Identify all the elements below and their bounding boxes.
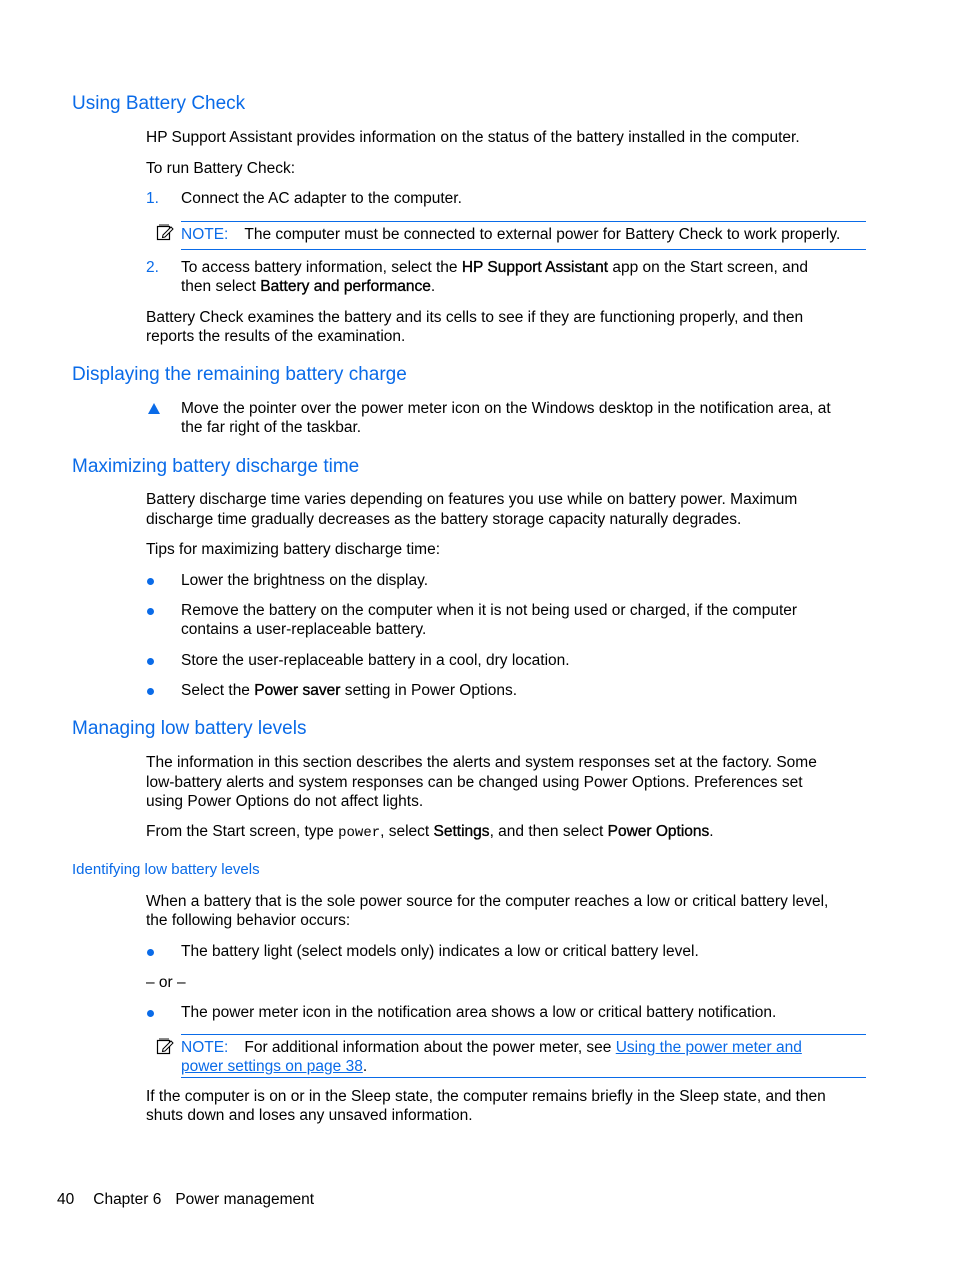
link-power-meter-settings-cont[interactable]: power settings on page 38 <box>181 1058 363 1075</box>
step-number-1: 1. <box>146 190 159 207</box>
tip-3: Store the user-replaceable battery in a … <box>181 652 570 669</box>
bullet-icon <box>147 578 154 585</box>
battery-light-bullet: The battery light (select models only) i… <box>181 943 699 960</box>
ui-term-power-saver: Power saver <box>254 682 341 699</box>
instruction-text: From the Start screen, type <box>146 823 339 840</box>
note-text: . <box>362 1058 368 1075</box>
heading-identifying-low-battery: Identifying low battery levels <box>72 861 260 878</box>
battery-check-outro-2: reports the results of the examination. <box>146 328 406 345</box>
step-2-text: app on the Start screen, and <box>608 259 808 276</box>
footer-chapter-title: Power management <box>175 1191 315 1208</box>
link-power-meter-settings[interactable]: Using the power meter and <box>616 1039 802 1056</box>
low-battery-intro-3: using Power Options do not affect lights… <box>146 793 424 810</box>
footer-chapter: Chapter 6 <box>93 1191 162 1208</box>
discharge-intro-2: discharge time gradually decreases as th… <box>146 511 742 528</box>
instruction-text: , select <box>380 823 434 840</box>
step-2-line-2: then select Battery and performance. <box>181 277 435 297</box>
step-2-line-1: To access battery information, select th… <box>181 258 808 278</box>
tip-2-line-2: contains a user-replaceable battery. <box>181 621 427 638</box>
ui-term-hp-support-assistant: HP Support Assistant <box>461 259 609 276</box>
identifying-intro-2: the following behavior occurs: <box>146 912 351 929</box>
power-meter-bullet: The power meter icon in the notification… <box>181 1004 777 1021</box>
battery-check-lead: To run Battery Check: <box>146 160 296 177</box>
page-number: 40 <box>57 1191 75 1208</box>
tip-4: Select the Power saver setting in Power … <box>181 681 517 701</box>
instruction-text: . <box>709 823 714 840</box>
heading-using-battery-check: Using Battery Check <box>72 93 246 114</box>
tip-4-text: setting in Power Options. <box>340 682 518 699</box>
remaining-charge-step-1: Move the pointer over the power meter ic… <box>181 400 831 417</box>
bullet-icon <box>147 658 154 665</box>
low-battery-intro-2: low-battery alerts and system responses … <box>146 774 803 791</box>
discharge-intro-1: Battery discharge time varies depending … <box>146 491 798 508</box>
ui-term-battery-and-performance: Battery and performance <box>260 278 431 295</box>
step-2-text: then select <box>181 278 261 295</box>
ui-term-settings: Settings <box>433 823 490 840</box>
remaining-charge-step-2: the far right of the taskbar. <box>181 419 362 436</box>
tip-1: Lower the brightness on the display. <box>181 572 429 589</box>
note-label: NOTE: <box>181 1039 229 1056</box>
step-1-text: Connect the AC adapter to the computer. <box>181 190 462 207</box>
identifying-outro-2: shuts down and loses any unsaved informa… <box>146 1107 473 1124</box>
battery-check-outro-1: Battery Check examines the battery and i… <box>146 309 804 326</box>
bullet-icon <box>147 608 154 615</box>
instruction-text: , and then select <box>489 823 608 840</box>
bullet-icon <box>147 1010 154 1017</box>
low-battery-intro-1: The information in this section describe… <box>146 754 817 771</box>
discharge-lead: Tips for maximizing battery discharge ti… <box>146 541 441 558</box>
tip-4-text: Select the <box>181 682 255 699</box>
note-box-battery-check: NOTE: The computer must be connected to e… <box>181 221 866 250</box>
note-box-power-meter: NOTE: For additional information about th… <box>181 1034 866 1078</box>
or-separator: – or – <box>146 974 186 991</box>
identifying-outro-1: If the computer is on or in the Sleep st… <box>146 1088 826 1105</box>
heading-maximizing-discharge-time: Maximizing battery discharge time <box>72 456 360 477</box>
triangle-step-icon <box>148 403 160 414</box>
battery-check-intro: HP Support Assistant provides informatio… <box>146 129 800 146</box>
note-label: NOTE: <box>181 226 229 243</box>
power-options-instruction: From the Start screen, type power, selec… <box>146 822 714 844</box>
heading-displaying-remaining-charge: Displaying the remaining battery charge <box>72 364 407 385</box>
heading-managing-low-battery: Managing low battery levels <box>72 718 307 739</box>
step-2-text: . <box>430 278 436 295</box>
ui-term-power-options: Power Options <box>607 823 710 840</box>
note-text: For additional information about the pow… <box>244 1039 616 1056</box>
note-icon <box>156 1038 174 1055</box>
page-footer: 40 Chapter 6 Power management <box>57 1191 314 1209</box>
note-icon <box>156 224 174 241</box>
code-power: power <box>338 825 381 841</box>
note-text: The computer must be connected to extern… <box>244 226 841 243</box>
bullet-icon <box>147 949 154 956</box>
identifying-intro-1: When a battery that is the sole power so… <box>146 893 829 910</box>
bullet-icon <box>147 688 154 695</box>
tip-2-line-1: Remove the battery on the computer when … <box>181 602 798 619</box>
step-number-2: 2. <box>146 259 159 276</box>
step-2-text: To access battery information, select th… <box>181 259 462 276</box>
